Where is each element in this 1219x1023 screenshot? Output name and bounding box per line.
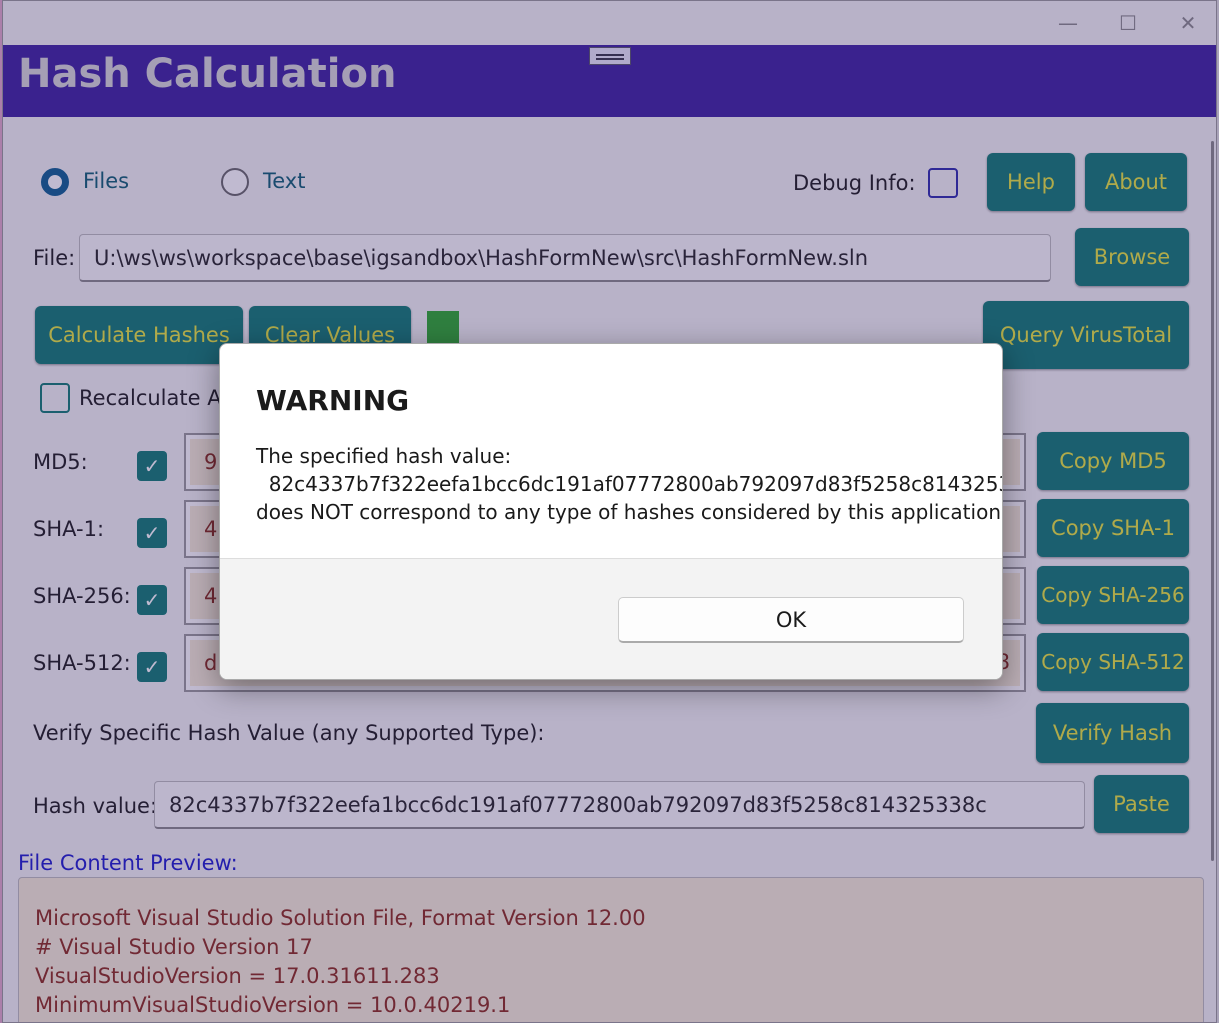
dialog-hash-value: 82c4337b7f322eefa1bcc6dc191af07772800ab7… [256, 472, 1003, 496]
warning-dialog: WARNING The specified hash value: 82c433… [219, 343, 1003, 680]
dialog-message: The specified hash value: 82c4337b7f322e… [256, 442, 1003, 526]
dialog-message-line: does NOT correspond to any type of hashe… [256, 500, 1003, 524]
ok-button[interactable]: OK [618, 597, 964, 643]
dialog-footer: OK [220, 558, 1002, 679]
dialog-title: WARNING [256, 384, 410, 417]
dialog-message-line: The specified hash value: [256, 444, 512, 468]
